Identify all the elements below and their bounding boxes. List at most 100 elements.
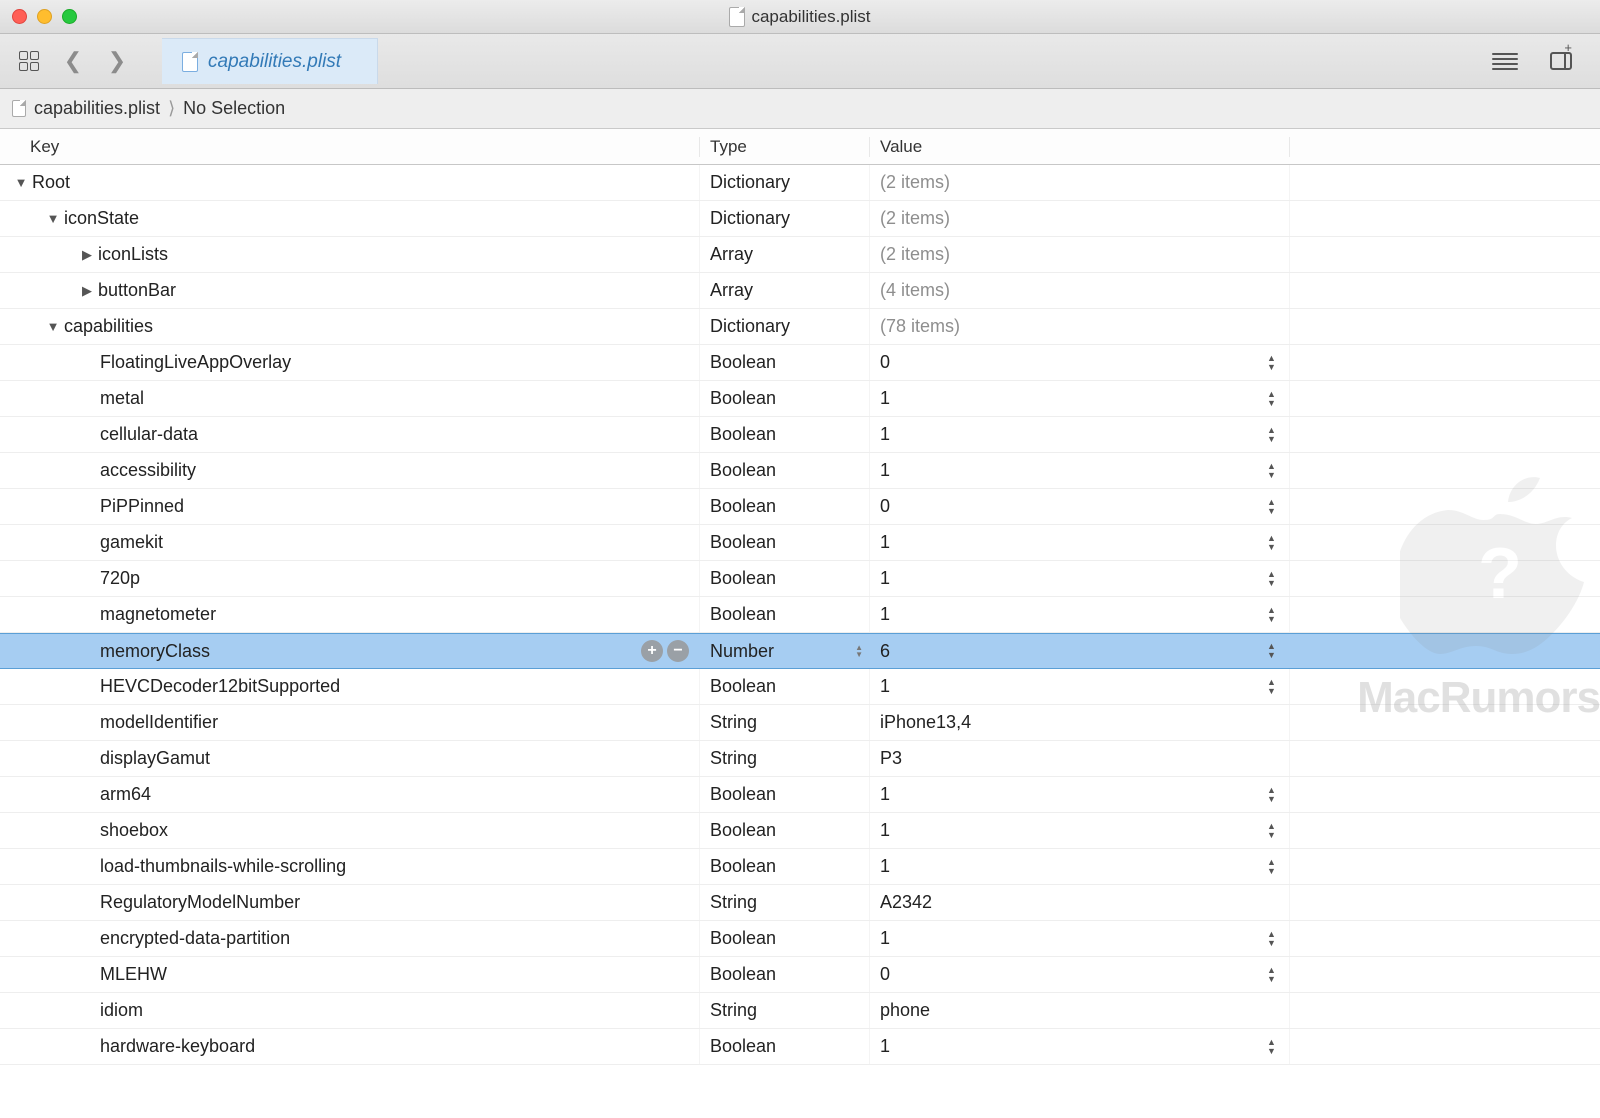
nav-back-button[interactable]: ❮	[54, 43, 92, 79]
cell-key[interactable]: modelIdentifier	[0, 705, 700, 740]
cell-key[interactable]: ▶iconLists	[0, 237, 700, 272]
cell-value[interactable]: 1	[870, 777, 1290, 812]
cell-key[interactable]: memoryClass+−	[0, 634, 700, 668]
related-items-button[interactable]	[10, 43, 48, 79]
value-stepper[interactable]	[1267, 640, 1281, 662]
table-row[interactable]: idiomStringphone	[0, 993, 1600, 1029]
cell-type[interactable]: Boolean	[700, 813, 870, 848]
cell-key[interactable]: arm64	[0, 777, 700, 812]
cell-key[interactable]: idiom	[0, 993, 700, 1028]
cell-key[interactable]: displayGamut	[0, 741, 700, 776]
table-row[interactable]: HEVCDecoder12bitSupportedBoolean1	[0, 669, 1600, 705]
table-row[interactable]: RegulatoryModelNumberStringA2342	[0, 885, 1600, 921]
value-stepper[interactable]	[1267, 784, 1281, 806]
add-row-button[interactable]: +	[641, 640, 663, 662]
tab-active[interactable]: capabilities.plist	[162, 38, 378, 84]
table-row[interactable]: FloatingLiveAppOverlayBoolean0	[0, 345, 1600, 381]
disclosure-triangle-open-icon[interactable]: ▼	[46, 211, 60, 226]
table-row[interactable]: displayGamutStringP3	[0, 741, 1600, 777]
value-stepper[interactable]	[1267, 820, 1281, 842]
cell-key[interactable]: accessibility	[0, 453, 700, 488]
value-stepper[interactable]	[1267, 928, 1281, 950]
cell-key[interactable]: ▼iconState	[0, 201, 700, 236]
breadcrumb-file[interactable]: capabilities.plist	[34, 98, 160, 119]
cell-type[interactable]: Array	[700, 237, 870, 272]
cell-type[interactable]: String	[700, 885, 870, 920]
table-row[interactable]: memoryClass+−Number▲▼6	[0, 633, 1600, 669]
cell-type[interactable]: Boolean	[700, 561, 870, 596]
cell-key[interactable]: FloatingLiveAppOverlay	[0, 345, 700, 380]
cell-value[interactable]: 0	[870, 345, 1290, 380]
cell-key[interactable]: ▼Root	[0, 165, 700, 200]
disclosure-triangle-closed-icon[interactable]: ▶	[80, 283, 94, 299]
cell-type[interactable]: Boolean	[700, 453, 870, 488]
cell-value[interactable]: (78 items)	[870, 309, 1290, 344]
close-window-button[interactable]	[12, 9, 27, 24]
value-stepper[interactable]	[1267, 568, 1281, 590]
cell-type[interactable]: Boolean	[700, 417, 870, 452]
table-row[interactable]: PiPPinnedBoolean0	[0, 489, 1600, 525]
disclosure-triangle-closed-icon[interactable]: ▶	[80, 247, 94, 263]
cell-value[interactable]: 1	[870, 525, 1290, 560]
cell-value[interactable]: phone	[870, 993, 1290, 1028]
cell-type[interactable]: Boolean	[700, 597, 870, 632]
table-row[interactable]: gamekitBoolean1	[0, 525, 1600, 561]
value-stepper[interactable]	[1267, 964, 1281, 986]
cell-value[interactable]: 1	[870, 669, 1290, 704]
cell-key[interactable]: HEVCDecoder12bitSupported	[0, 669, 700, 704]
cell-value[interactable]: 0	[870, 489, 1290, 524]
remove-row-button[interactable]: −	[667, 640, 689, 662]
editor-options-button[interactable]	[1486, 43, 1524, 79]
cell-key[interactable]: ▶buttonBar	[0, 273, 700, 308]
cell-value[interactable]: 1	[870, 849, 1290, 884]
cell-value[interactable]: 0	[870, 957, 1290, 992]
cell-key[interactable]: RegulatoryModelNumber	[0, 885, 700, 920]
cell-key[interactable]: PiPPinned	[0, 489, 700, 524]
zoom-window-button[interactable]	[62, 9, 77, 24]
cell-type[interactable]: Dictionary	[700, 309, 870, 344]
cell-type[interactable]: Dictionary	[700, 201, 870, 236]
table-row[interactable]: shoeboxBoolean1	[0, 813, 1600, 849]
cell-type[interactable]: String	[700, 705, 870, 740]
add-panel-button[interactable]	[1542, 43, 1580, 79]
cell-type[interactable]: Boolean	[700, 777, 870, 812]
cell-type[interactable]: Boolean	[700, 381, 870, 416]
cell-type[interactable]: Boolean	[700, 957, 870, 992]
value-stepper[interactable]	[1267, 676, 1281, 698]
value-stepper[interactable]	[1267, 352, 1281, 374]
cell-type[interactable]: Boolean	[700, 489, 870, 524]
minimize-window-button[interactable]	[37, 9, 52, 24]
disclosure-triangle-open-icon[interactable]: ▼	[14, 175, 28, 190]
value-stepper[interactable]	[1267, 424, 1281, 446]
value-stepper[interactable]	[1267, 496, 1281, 518]
cell-value[interactable]: 1	[870, 453, 1290, 488]
table-row[interactable]: 720pBoolean1	[0, 561, 1600, 597]
cell-key[interactable]: metal	[0, 381, 700, 416]
cell-type[interactable]: Dictionary	[700, 165, 870, 200]
value-stepper[interactable]	[1267, 1036, 1281, 1058]
table-row[interactable]: ▶iconListsArray(2 items)	[0, 237, 1600, 273]
value-stepper[interactable]	[1267, 856, 1281, 878]
cell-key[interactable]: MLEHW	[0, 957, 700, 992]
column-header-value[interactable]: Value	[870, 137, 1290, 157]
value-stepper[interactable]	[1267, 532, 1281, 554]
value-stepper[interactable]	[1267, 388, 1281, 410]
table-row[interactable]: cellular-dataBoolean1	[0, 417, 1600, 453]
cell-value[interactable]: 1	[870, 417, 1290, 452]
table-row[interactable]: ▶buttonBarArray(4 items)	[0, 273, 1600, 309]
cell-type[interactable]: Boolean	[700, 849, 870, 884]
cell-type[interactable]: Array	[700, 273, 870, 308]
cell-key[interactable]: load-thumbnails-while-scrolling	[0, 849, 700, 884]
disclosure-triangle-open-icon[interactable]: ▼	[46, 319, 60, 334]
cell-type[interactable]: Boolean	[700, 921, 870, 956]
cell-value[interactable]: (2 items)	[870, 201, 1290, 236]
cell-type[interactable]: String	[700, 993, 870, 1028]
cell-type[interactable]: Boolean	[700, 1029, 870, 1064]
value-stepper[interactable]	[1267, 460, 1281, 482]
type-stepper[interactable]: ▲▼	[855, 644, 863, 658]
cell-type[interactable]: Boolean	[700, 345, 870, 380]
cell-value[interactable]: 1	[870, 921, 1290, 956]
cell-value[interactable]: 1	[870, 1029, 1290, 1064]
cell-key[interactable]: encrypted-data-partition	[0, 921, 700, 956]
table-row[interactable]: ▼capabilitiesDictionary(78 items)	[0, 309, 1600, 345]
